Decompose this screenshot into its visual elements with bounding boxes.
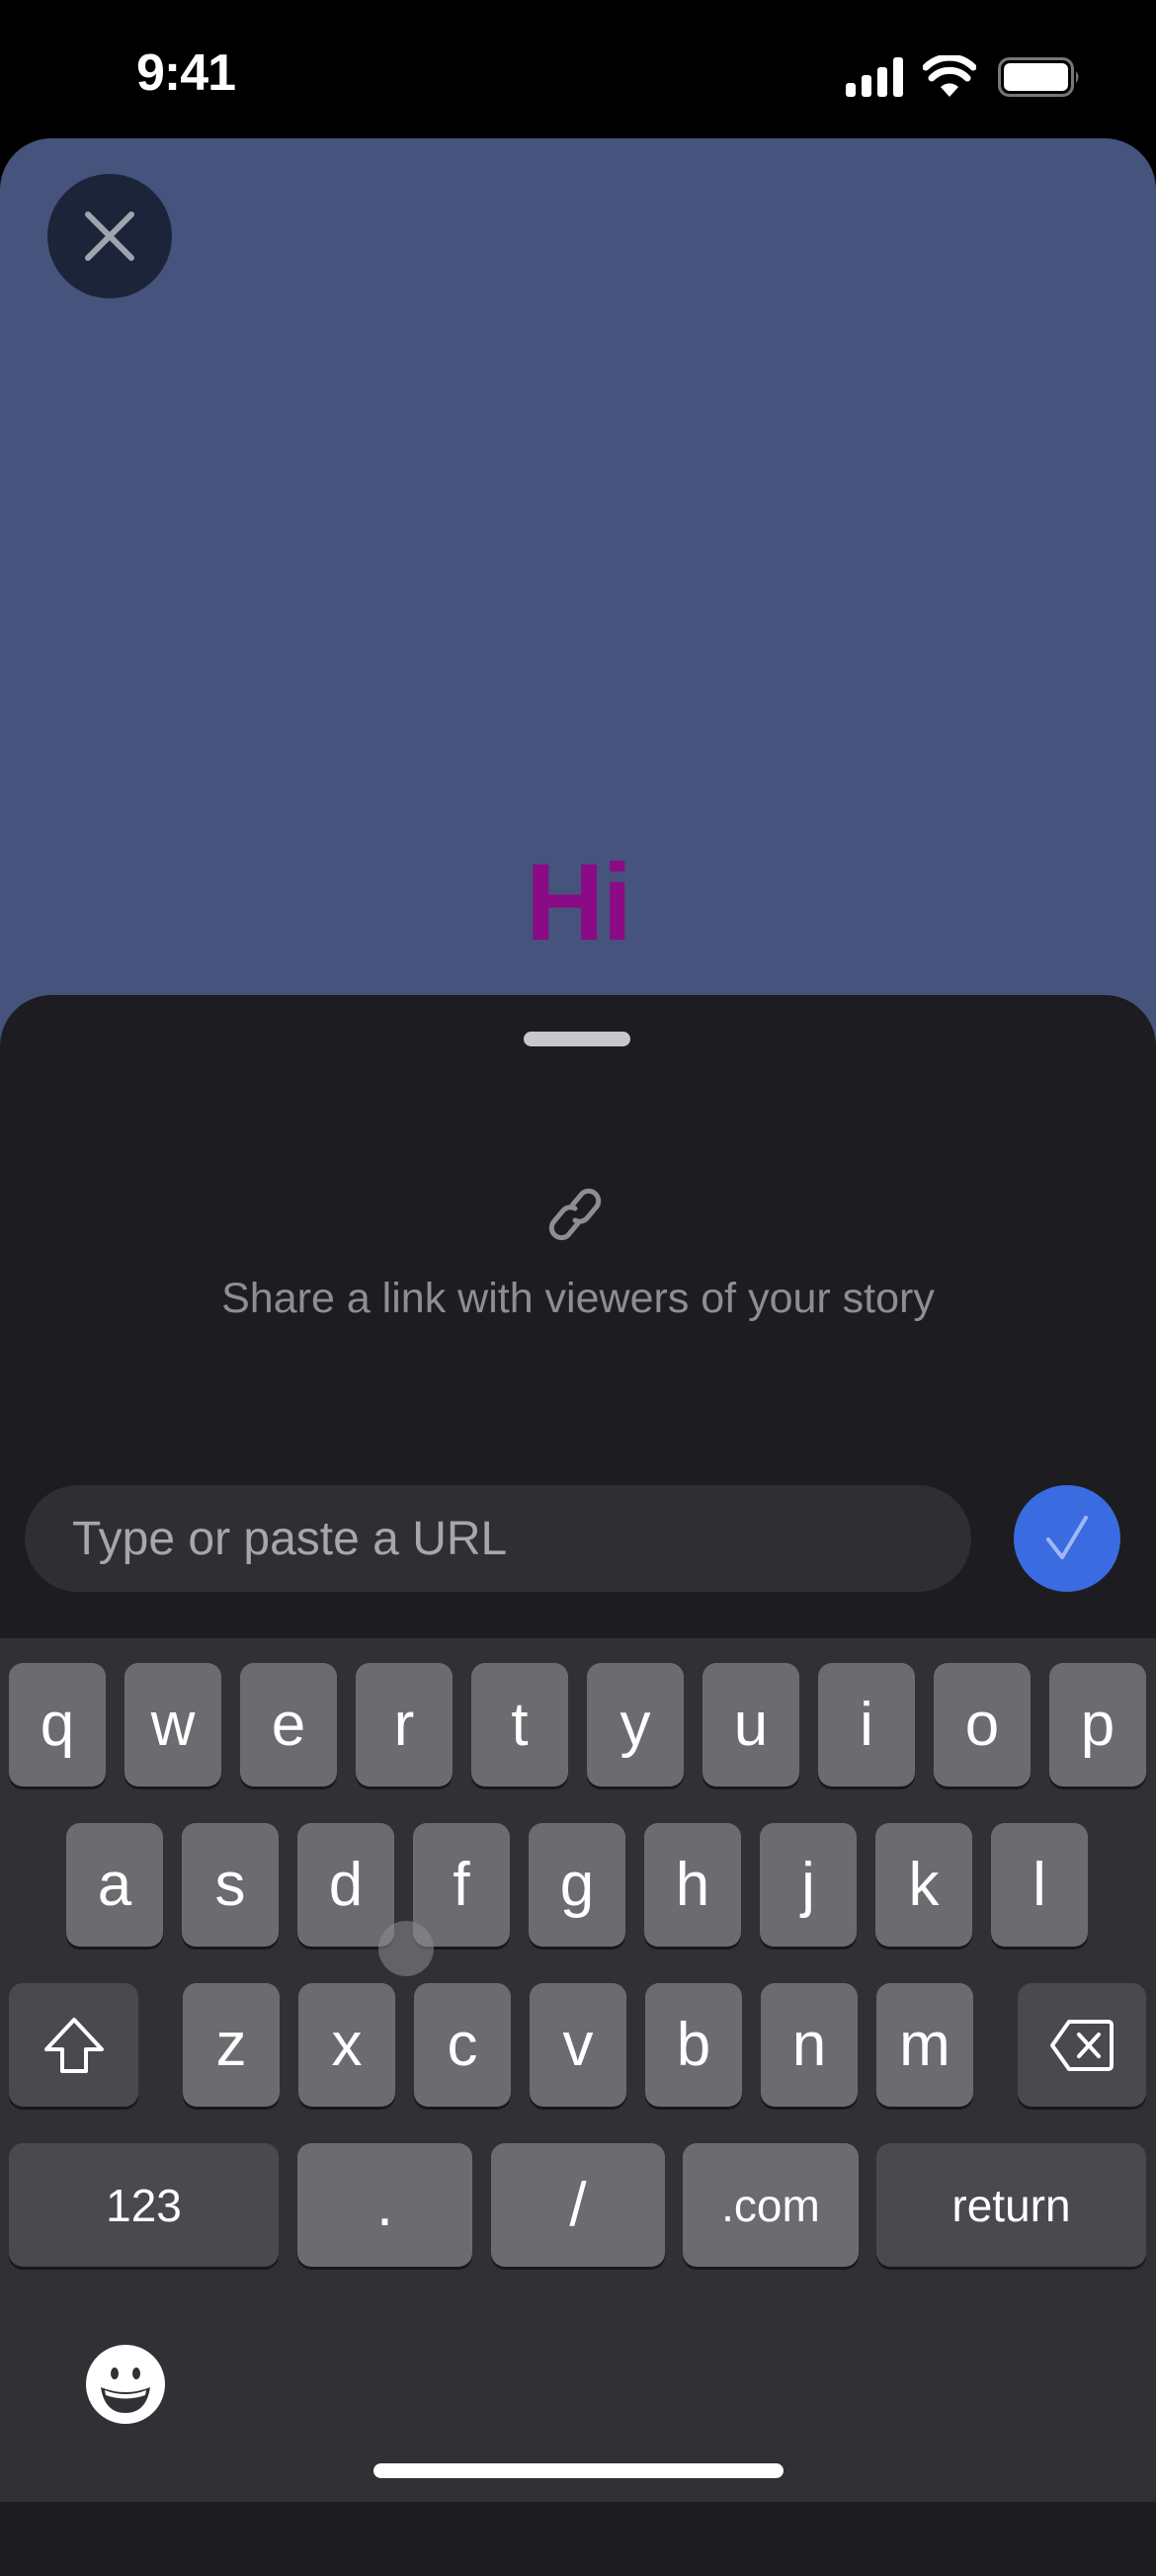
confirm-link-button[interactable] — [1014, 1485, 1120, 1592]
emoji-icon[interactable] — [85, 2344, 166, 2425]
key-e[interactable]: e — [240, 1663, 337, 1787]
link-description: Share a link with viewers of your story — [221, 1275, 935, 1322]
close-button[interactable] — [47, 174, 172, 298]
key-h[interactable]: h — [644, 1823, 741, 1947]
key-x[interactable]: x — [298, 1983, 395, 2107]
touch-indicator — [378, 1921, 434, 1976]
slash-key[interactable]: / — [491, 2143, 665, 2267]
delete-backspace-icon — [1050, 2019, 1114, 2071]
key-c[interactable]: c — [414, 1983, 511, 2107]
key-j[interactable]: j — [760, 1823, 857, 1947]
delete-key[interactable] — [1018, 1983, 1146, 2107]
return-key[interactable]: return — [876, 2143, 1146, 2267]
key-f[interactable]: f — [413, 1823, 510, 1947]
close-icon — [85, 211, 134, 261]
key-v[interactable]: v — [530, 1983, 626, 2107]
key-i[interactable]: i — [818, 1663, 915, 1787]
key-w[interactable]: w — [124, 1663, 221, 1787]
home-indicator[interactable] — [373, 2463, 784, 2478]
key-a[interactable]: a — [66, 1823, 163, 1947]
key-k[interactable]: k — [875, 1823, 972, 1947]
period-key[interactable]: . — [297, 2143, 472, 2267]
key-s[interactable]: s — [182, 1823, 279, 1947]
checkmark-icon — [1046, 1516, 1088, 1559]
key-b[interactable]: b — [645, 1983, 742, 2107]
key-t[interactable]: t — [471, 1663, 568, 1787]
status-time: 9:41 — [136, 44, 236, 102]
cellular-signal-icon — [846, 57, 903, 97]
wifi-icon — [923, 55, 976, 97]
key-g[interactable]: g — [529, 1823, 625, 1947]
key-q[interactable]: q — [9, 1663, 106, 1787]
shift-key[interactable] — [9, 1983, 138, 2107]
key-l[interactable]: l — [991, 1823, 1088, 1947]
battery-full-icon — [998, 57, 1079, 97]
key-m[interactable]: m — [876, 1983, 973, 2107]
key-u[interactable]: u — [702, 1663, 799, 1787]
key-y[interactable]: y — [587, 1663, 684, 1787]
link-icon — [548, 1188, 602, 1241]
key-n[interactable]: n — [761, 1983, 858, 2107]
key-r[interactable]: r — [356, 1663, 453, 1787]
dotcom-key[interactable]: .com — [683, 2143, 859, 2267]
story-text[interactable]: Hi — [0, 840, 1156, 965]
key-z[interactable]: z — [183, 1983, 280, 2107]
key-p[interactable]: p — [1049, 1663, 1146, 1787]
key-d[interactable]: d — [297, 1823, 394, 1947]
shift-icon — [43, 2017, 104, 2073]
numbers-key[interactable]: 123 — [9, 2143, 279, 2267]
key-o[interactable]: o — [934, 1663, 1031, 1787]
sheet-drag-handle[interactable] — [524, 1032, 630, 1046]
url-input[interactable] — [25, 1485, 971, 1592]
